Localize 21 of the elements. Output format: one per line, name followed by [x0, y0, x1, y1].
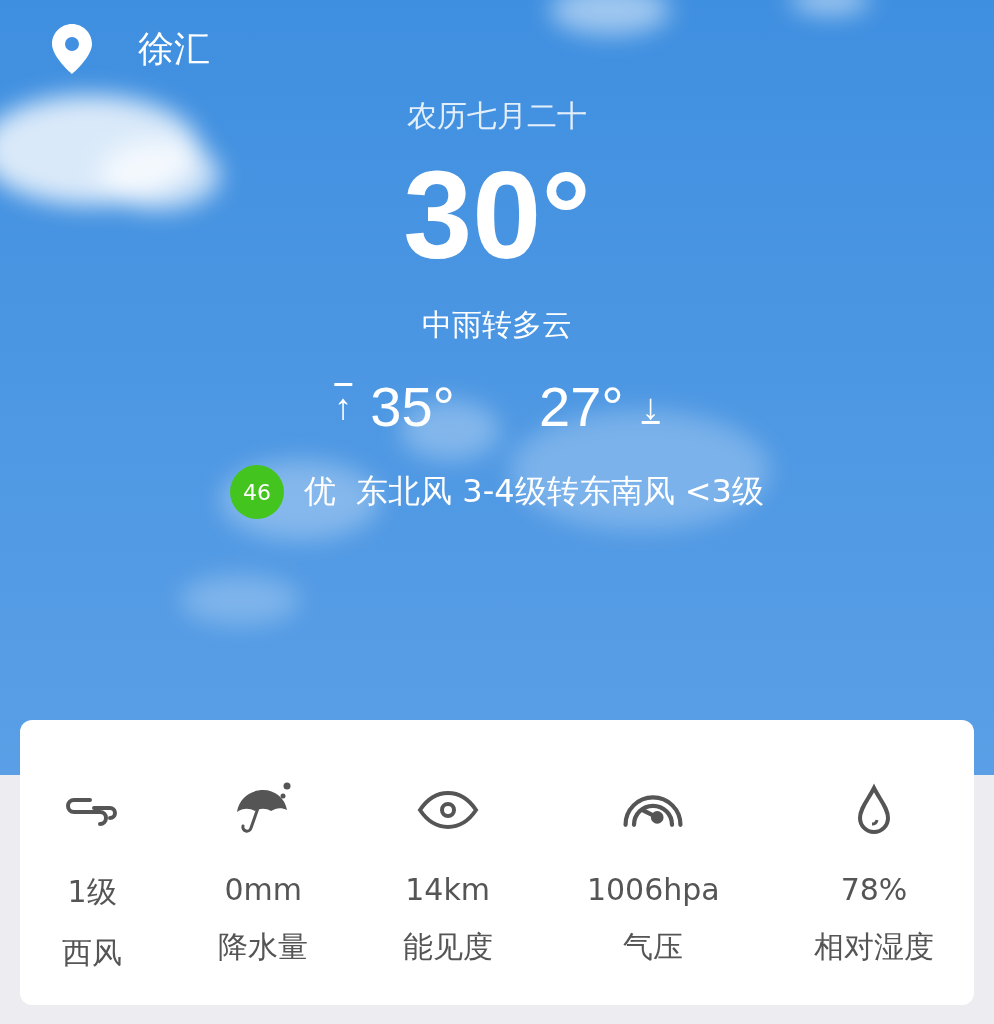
weather-condition: 中雨转多云 — [422, 306, 572, 345]
wind-forecast: 东北风 3-4级转东南风 <3级 — [356, 471, 764, 513]
lunar-date: 农历七月二十 — [407, 97, 587, 135]
stat-label: 西风 — [62, 934, 122, 972]
stat-label: 相对湿度 — [814, 928, 934, 966]
stat-label: 气压 — [623, 928, 684, 966]
stat-value: 1006hpa — [586, 872, 720, 907]
location-pin-icon — [52, 22, 92, 76]
air-quality-label: 优 — [304, 471, 337, 513]
stat-label: 降水量 — [218, 928, 309, 966]
stat-value: 0mm — [224, 872, 303, 907]
stat-value: 1级 — [67, 873, 117, 911]
location-name[interactable]: 徐汇 — [138, 24, 210, 74]
low-arrow-icon: ↓ — [641, 385, 660, 428]
stat-label: 能见度 — [402, 928, 493, 966]
high-temperature: 35° — [370, 374, 455, 440]
current-temperature: 30° — [403, 147, 591, 284]
stat-value: 14km — [405, 872, 490, 907]
stat-value: 78% — [840, 872, 908, 907]
high-arrow-icon: ↑ — [334, 385, 353, 428]
low-temperature: 27° — [539, 374, 624, 440]
